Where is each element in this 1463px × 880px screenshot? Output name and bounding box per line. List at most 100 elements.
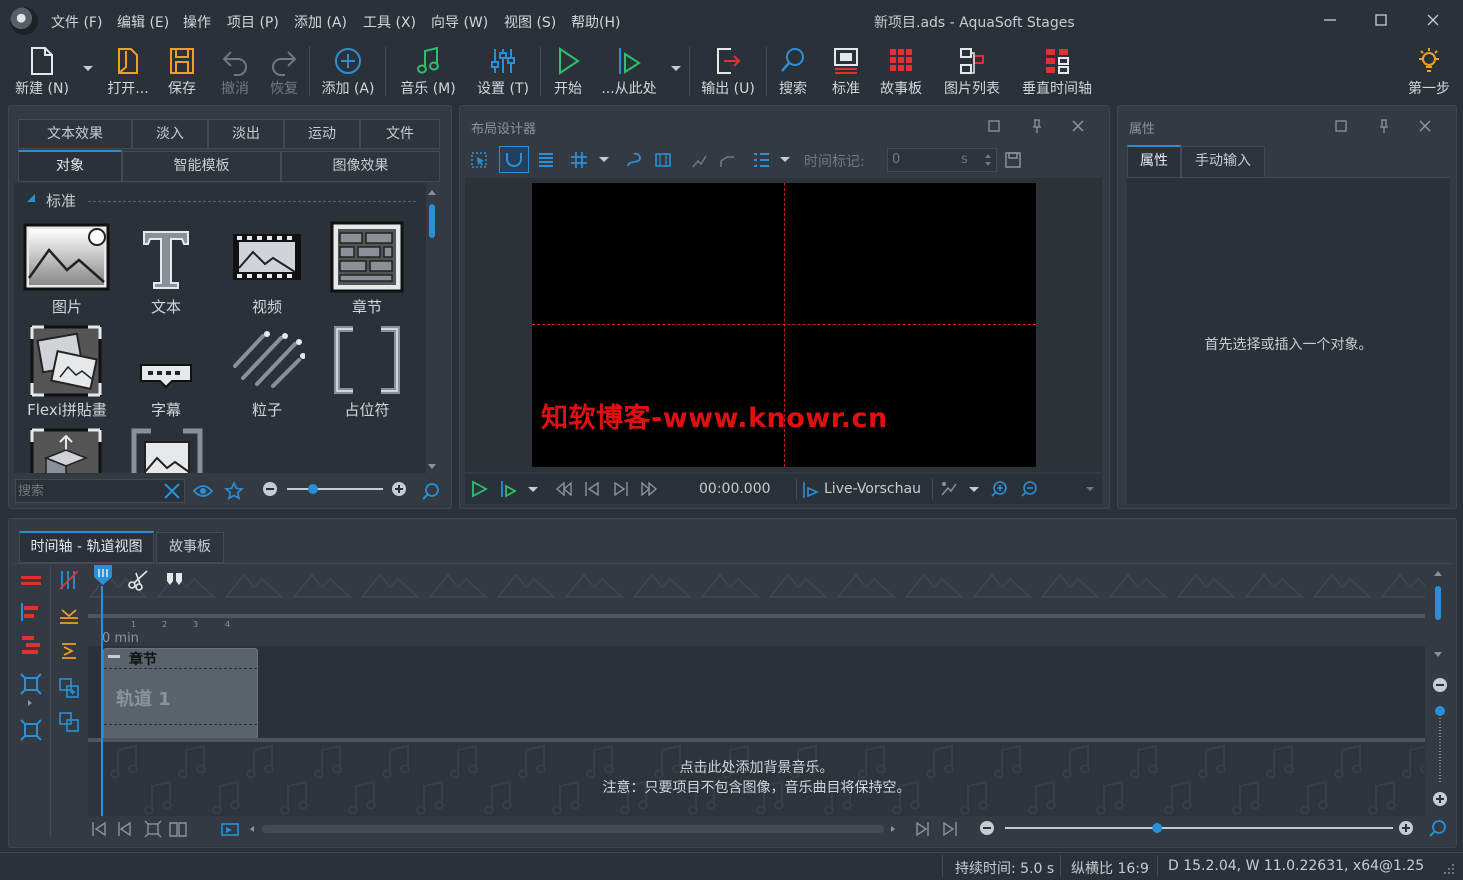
timeline-book-icon[interactable] <box>168 820 187 838</box>
text-object-icon[interactable] <box>140 228 192 290</box>
timeline-step-back-icon[interactable] <box>116 820 134 838</box>
menu-project[interactable]: 项目 (P) <box>227 12 279 32</box>
step-back-icon[interactable] <box>583 480 601 498</box>
playhead-line[interactable] <box>101 586 103 816</box>
zoom-out-circle-icon[interactable] <box>262 481 278 497</box>
eye-icon[interactable] <box>193 482 213 500</box>
align-left-icon[interactable] <box>20 602 42 622</box>
h-scroll-left-icon[interactable] <box>250 826 254 832</box>
timeline-skip-start-icon[interactable] <box>90 820 108 838</box>
timeline-step-forward-icon[interactable] <box>913 820 931 838</box>
tab-storyboard[interactable]: 故事板 <box>156 532 224 563</box>
timeline-vertical-scrollbar[interactable] <box>1432 566 1444 662</box>
3d-object-icon[interactable] <box>30 428 102 473</box>
new-button[interactable]: 新建 (N) <box>10 44 74 98</box>
fit-selection-icon[interactable] <box>20 673 42 695</box>
select-tool-icon[interactable] <box>470 151 488 169</box>
timeline-zoom-search-icon[interactable] <box>1428 818 1448 838</box>
timeline-fit-icon[interactable] <box>144 820 162 838</box>
collapse-tracks-icon[interactable] <box>58 606 80 628</box>
menu-file[interactable]: 文件 (F) <box>51 12 102 32</box>
timeline-screen-icon[interactable] <box>220 820 239 838</box>
timeline-horizontal-scrollbar[interactable] <box>262 825 884 833</box>
grid-dropdown-icon[interactable] <box>599 157 609 162</box>
settings-button[interactable]: 设置 (T) <box>472 44 534 98</box>
preview-quality-dropdown-icon[interactable] <box>969 487 979 492</box>
video-object-icon[interactable] <box>231 232 303 282</box>
frame-icon[interactable] <box>654 151 672 169</box>
play-from-marker-icon[interactable] <box>499 480 517 498</box>
tab-image-effects[interactable]: 图像效果 <box>281 151 440 182</box>
track-height-minus-icon[interactable] <box>1432 677 1448 693</box>
clear-search-icon[interactable] <box>163 482 181 500</box>
standard-view-button[interactable]: 标准 <box>815 44 877 98</box>
subtitle-object-icon[interactable] <box>138 362 194 390</box>
expand-tracks-icon[interactable] <box>58 640 80 662</box>
list-dropdown-icon[interactable] <box>780 157 790 162</box>
live-preview-icon[interactable] <box>801 481 819 499</box>
tab-file[interactable]: 文件 <box>360 119 440 149</box>
menu-wizard[interactable]: 向导 (W) <box>431 12 488 32</box>
timeline-ruler[interactable] <box>88 618 1425 646</box>
chapter-collapse-icon[interactable] <box>108 655 120 658</box>
image-list-button[interactable]: 图片列表 <box>941 44 1003 98</box>
time-marker-input[interactable]: 0 s <box>887 148 997 172</box>
menu-edit[interactable]: 编辑 (E) <box>117 12 169 32</box>
menu-tools[interactable]: 工具 (X) <box>363 12 416 32</box>
tab-fade-out[interactable]: 淡出 <box>208 119 284 149</box>
track-height-plus-icon[interactable] <box>1432 791 1448 807</box>
list-icon[interactable] <box>752 151 770 169</box>
menu-view[interactable]: 视图 (S) <box>504 12 556 32</box>
track-height-slider[interactable] <box>1431 700 1449 786</box>
star-icon[interactable] <box>224 481 244 501</box>
objects-scrollbar[interactable] <box>427 188 437 473</box>
play-dropdown-icon[interactable] <box>671 66 681 71</box>
maximize-icon[interactable] <box>1371 10 1391 30</box>
snap-tool-button[interactable] <box>499 146 529 173</box>
tab-fade-in[interactable]: 淡入 <box>132 119 208 149</box>
tab-objects[interactable]: 对象 <box>18 150 122 182</box>
zoom-search-icon[interactable] <box>421 481 441 501</box>
panel-pin-icon[interactable] <box>1028 117 1046 135</box>
properties-float-icon[interactable] <box>1332 117 1350 135</box>
app-logo-icon[interactable] <box>10 7 38 35</box>
keyframe-remove-icon[interactable] <box>718 151 736 169</box>
fit-all-icon[interactable] <box>20 719 42 741</box>
properties-close-icon[interactable] <box>1416 117 1434 135</box>
tab-manual-input[interactable]: 手动输入 <box>1181 146 1265 178</box>
skip-start-icon[interactable] <box>555 480 573 498</box>
redo-button[interactable]: 恢复 <box>253 44 315 98</box>
collapse-triangle-icon[interactable] <box>27 194 35 202</box>
playhead-handle-icon[interactable] <box>92 563 114 587</box>
marker-tool-icon[interactable] <box>58 569 80 591</box>
resize-grip-icon[interactable] <box>1440 860 1456 876</box>
spin-arrows-icon[interactable] <box>984 152 992 168</box>
preview-zoom-in-icon[interactable] <box>990 480 1008 498</box>
step-forward-icon[interactable] <box>612 480 630 498</box>
marker-pair-icon[interactable] <box>165 571 185 589</box>
timeline-zoom-out-icon[interactable] <box>979 820 995 836</box>
chapter-object-icon[interactable] <box>330 221 404 293</box>
tab-properties[interactable]: 属性 <box>1127 145 1181 178</box>
live-preview-button[interactable]: Live-Vorschau <box>824 481 921 497</box>
music-button[interactable]: 音乐 (M) <box>395 44 461 98</box>
panel-float-icon[interactable] <box>985 117 1003 135</box>
align-right-icon[interactable] <box>20 634 42 656</box>
menu-help[interactable]: 帮助(H) <box>571 12 620 32</box>
particles-object-icon[interactable] <box>229 326 305 392</box>
fit-expand-arrow-icon[interactable] <box>28 700 32 706</box>
minimize-icon[interactable] <box>1320 10 1340 30</box>
track-view-icon[interactable] <box>20 574 42 588</box>
grid-icon[interactable] <box>570 151 588 169</box>
align-lines-icon[interactable] <box>537 151 555 169</box>
track-area[interactable] <box>88 646 1425 739</box>
flexi-collage-object-icon[interactable] <box>30 325 102 397</box>
skip-end-icon[interactable] <box>640 480 658 498</box>
play-icon[interactable] <box>470 480 488 498</box>
image-object-icon[interactable] <box>23 223 110 291</box>
group-objects-icon[interactable] <box>58 677 80 699</box>
image-frame-object-icon[interactable] <box>131 428 203 473</box>
ungroup-objects-icon[interactable] <box>58 711 80 733</box>
new-dropdown-icon[interactable] <box>83 66 93 71</box>
slider-thumb[interactable] <box>308 484 318 494</box>
